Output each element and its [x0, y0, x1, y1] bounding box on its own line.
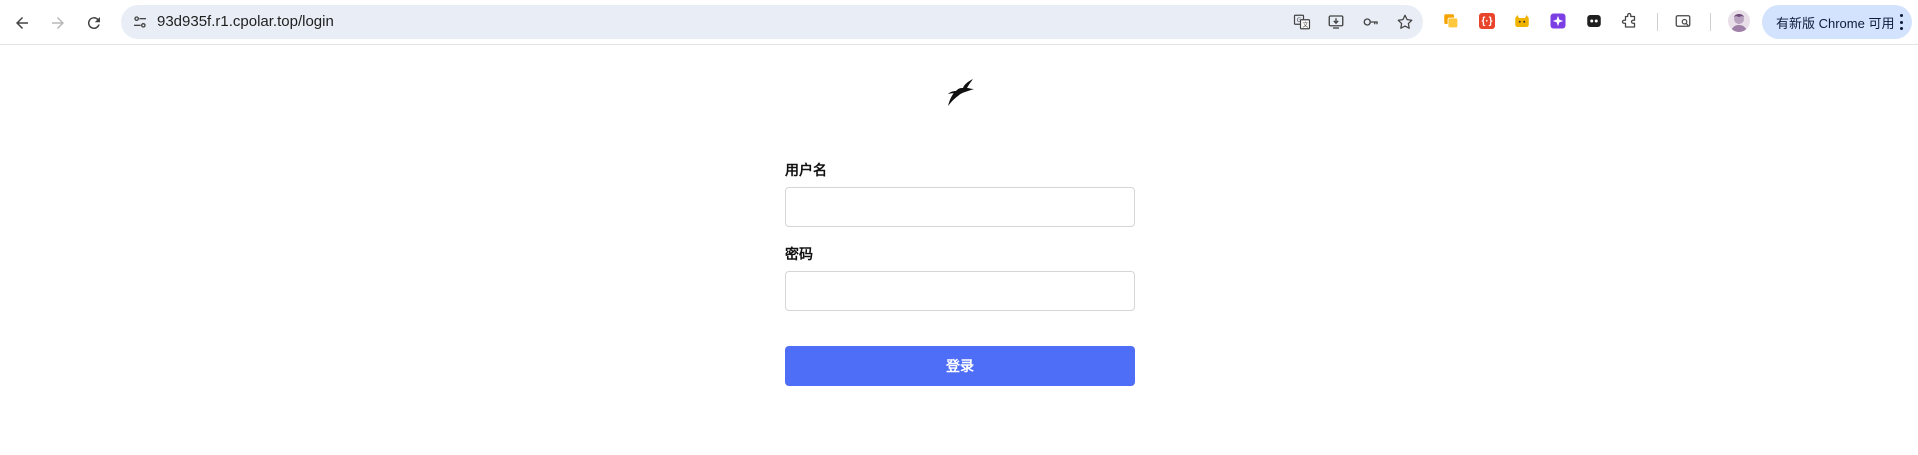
profile-avatar-icon[interactable] [1728, 10, 1750, 32]
bird-logo-icon [944, 76, 978, 110]
back-icon[interactable] [7, 8, 37, 38]
svg-text:G: G [1297, 17, 1302, 24]
translate-icon[interactable]: G文 [1292, 12, 1312, 32]
extension-mask-icon[interactable] [1585, 12, 1603, 30]
reload-icon[interactable] [79, 8, 109, 38]
password-label: 密码 [785, 247, 813, 263]
update-button-label: 有新版 Chrome 可用 [1776, 15, 1895, 31]
toolbar-separator [1710, 13, 1711, 31]
login-button[interactable]: 登录 [785, 346, 1135, 386]
tab-search-icon[interactable] [1674, 12, 1692, 30]
extension-copy-icon[interactable] [1442, 12, 1460, 30]
extension-cat-icon[interactable] [1513, 12, 1531, 30]
extensions-puzzle-icon[interactable] [1621, 12, 1639, 30]
password-key-icon[interactable] [1361, 12, 1381, 32]
browser-toolbar: 93d935f.r1.cpolar.top/login G文 {·} 有新版 C… [0, 0, 1918, 45]
svg-text:文: 文 [1302, 21, 1308, 29]
chrome-update-button[interactable]: 有新版 Chrome 可用 [1762, 5, 1912, 39]
bookmark-star-icon[interactable] [1395, 12, 1415, 32]
username-label: 用户名 [785, 163, 827, 179]
password-group: 密码 [785, 244, 1135, 311]
forward-icon[interactable] [43, 8, 73, 38]
url-text[interactable]: 93d935f.r1.cpolar.top/login [157, 13, 334, 30]
site-info-icon[interactable] [131, 13, 149, 31]
install-app-icon[interactable] [1326, 12, 1346, 32]
extension-sparkle-icon[interactable] [1549, 12, 1567, 30]
password-input[interactable] [785, 271, 1135, 311]
address-bar[interactable]: 93d935f.r1.cpolar.top/login G文 [121, 5, 1423, 39]
username-input[interactable] [785, 187, 1135, 227]
toolbar-separator [1657, 13, 1658, 31]
username-group: 用户名 [785, 160, 1135, 227]
extension-code-icon[interactable]: {·} [1478, 12, 1496, 30]
more-menu-icon[interactable] [1899, 14, 1903, 30]
